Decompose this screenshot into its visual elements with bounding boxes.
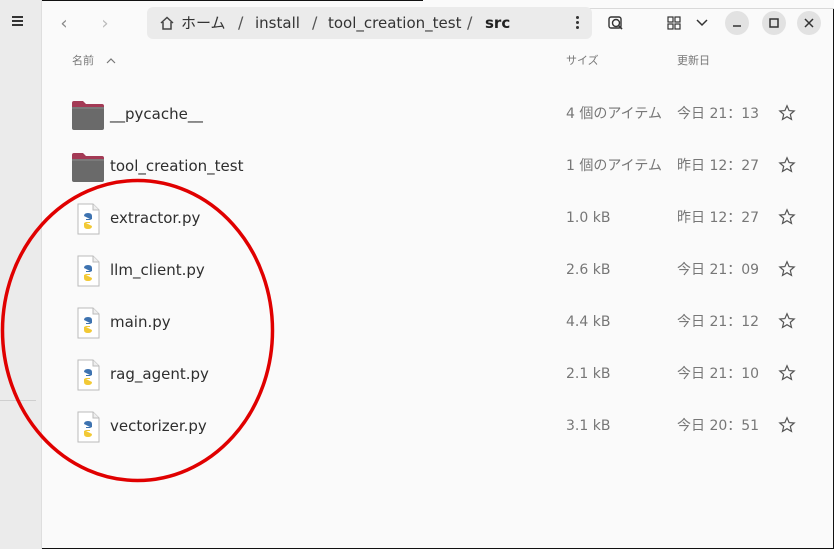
breadcrumb-separator: / <box>238 13 244 32</box>
breadcrumb-src[interactable]: src <box>485 7 510 39</box>
grid-view-icon <box>667 16 681 30</box>
star-icon[interactable] <box>778 260 796 278</box>
file-name: tool_creation_test <box>110 157 244 175</box>
file-name: __pycache__ <box>110 105 203 123</box>
home-icon <box>160 16 174 30</box>
python-file-icon <box>77 255 100 287</box>
folder-icon <box>72 153 104 182</box>
python-file-icon <box>77 307 100 339</box>
file-size: 3.1 kB <box>566 418 611 434</box>
maximize-icon <box>769 18 779 28</box>
close-icon <box>804 18 814 28</box>
list-item[interactable]: tool_creation_test 1 個のアイテム 昨日 12：27 <box>41 140 834 192</box>
path-bar: ホーム / install / tool_creation_test / src <box>147 7 592 39</box>
file-size: 4.4 kB <box>566 314 611 330</box>
search-icon <box>608 16 623 30</box>
sidebar <box>0 0 42 549</box>
file-name: main.py <box>110 313 171 331</box>
file-modified: 今日 21：12 <box>677 314 760 330</box>
file-modified: 今日 21：09 <box>677 262 760 278</box>
file-modified: 今日 21：13 <box>677 106 760 122</box>
list-item[interactable]: main.py 4.4 kB 今日 21：12 <box>41 296 834 348</box>
file-modified: 今日 20：51 <box>677 418 760 434</box>
file-size: 4 個のアイテム <box>566 106 662 122</box>
list-item[interactable]: llm_client.py 2.6 kB 今日 21：09 <box>41 244 834 296</box>
star-icon[interactable] <box>778 416 796 434</box>
list-item[interactable]: __pycache__ 4 個のアイテム 今日 21：13 <box>41 88 834 140</box>
file-size: 1 個のアイテム <box>566 158 662 174</box>
list-item[interactable]: extractor.py 1.0 kB 昨日 12：27 <box>41 192 834 244</box>
list-item[interactable]: rag_agent.py 2.1 kB 今日 21：10 <box>41 348 834 400</box>
view-mode-button[interactable] <box>662 10 686 36</box>
folder-icon <box>72 101 104 130</box>
python-file-icon <box>77 203 100 235</box>
breadcrumb-home[interactable]: ホーム <box>181 7 226 39</box>
file-modified: 今日 21：10 <box>677 366 760 382</box>
python-file-icon <box>77 359 100 391</box>
minimize-icon <box>733 25 741 27</box>
close-button[interactable] <box>797 11 821 35</box>
column-header-modified[interactable]: 更新日 <box>677 52 710 68</box>
file-modified: 昨日 12：27 <box>677 158 760 174</box>
search-button[interactable] <box>604 10 628 36</box>
sidebar-divider <box>0 400 36 401</box>
file-name: llm_client.py <box>110 261 205 279</box>
minimize-button[interactable] <box>725 11 749 35</box>
file-size: 2.6 kB <box>566 262 611 278</box>
sort-ascending-icon <box>106 58 115 64</box>
file-name: rag_agent.py <box>110 365 209 383</box>
column-header-size[interactable]: サイズ <box>566 52 599 68</box>
back-button[interactable]: ‹ <box>52 10 76 36</box>
file-name: extractor.py <box>110 209 201 227</box>
file-size: 1.0 kB <box>566 210 611 226</box>
star-icon[interactable] <box>778 208 796 226</box>
file-name: vectorizer.py <box>110 417 207 435</box>
breadcrumb-tool-creation-test[interactable]: tool_creation_test <box>328 7 461 39</box>
view-options-button[interactable] <box>692 10 712 36</box>
star-icon[interactable] <box>778 156 796 174</box>
hamburger-icon[interactable] <box>12 14 28 30</box>
chevron-down-icon <box>696 19 708 27</box>
python-file-icon <box>77 411 100 443</box>
file-modified: 昨日 12：27 <box>677 210 760 226</box>
chevron-left-icon: ‹ <box>60 12 68 34</box>
star-icon[interactable] <box>778 312 796 330</box>
breadcrumb-separator: / <box>312 13 318 32</box>
list-item[interactable]: vectorizer.py 3.1 kB 今日 20：51 <box>41 400 834 452</box>
forward-button[interactable]: › <box>93 10 117 36</box>
path-menu-icon[interactable] <box>574 15 580 31</box>
breadcrumb-install[interactable]: install <box>255 7 300 39</box>
column-header-name[interactable]: 名前 <box>72 52 116 68</box>
star-icon[interactable] <box>778 364 796 382</box>
chevron-right-icon: › <box>101 12 109 34</box>
file-size: 2.1 kB <box>566 366 611 382</box>
star-icon[interactable] <box>778 104 796 122</box>
column-header-name-label: 名前 <box>72 54 94 67</box>
breadcrumb-separator: / <box>467 13 473 32</box>
maximize-button[interactable] <box>762 11 786 35</box>
